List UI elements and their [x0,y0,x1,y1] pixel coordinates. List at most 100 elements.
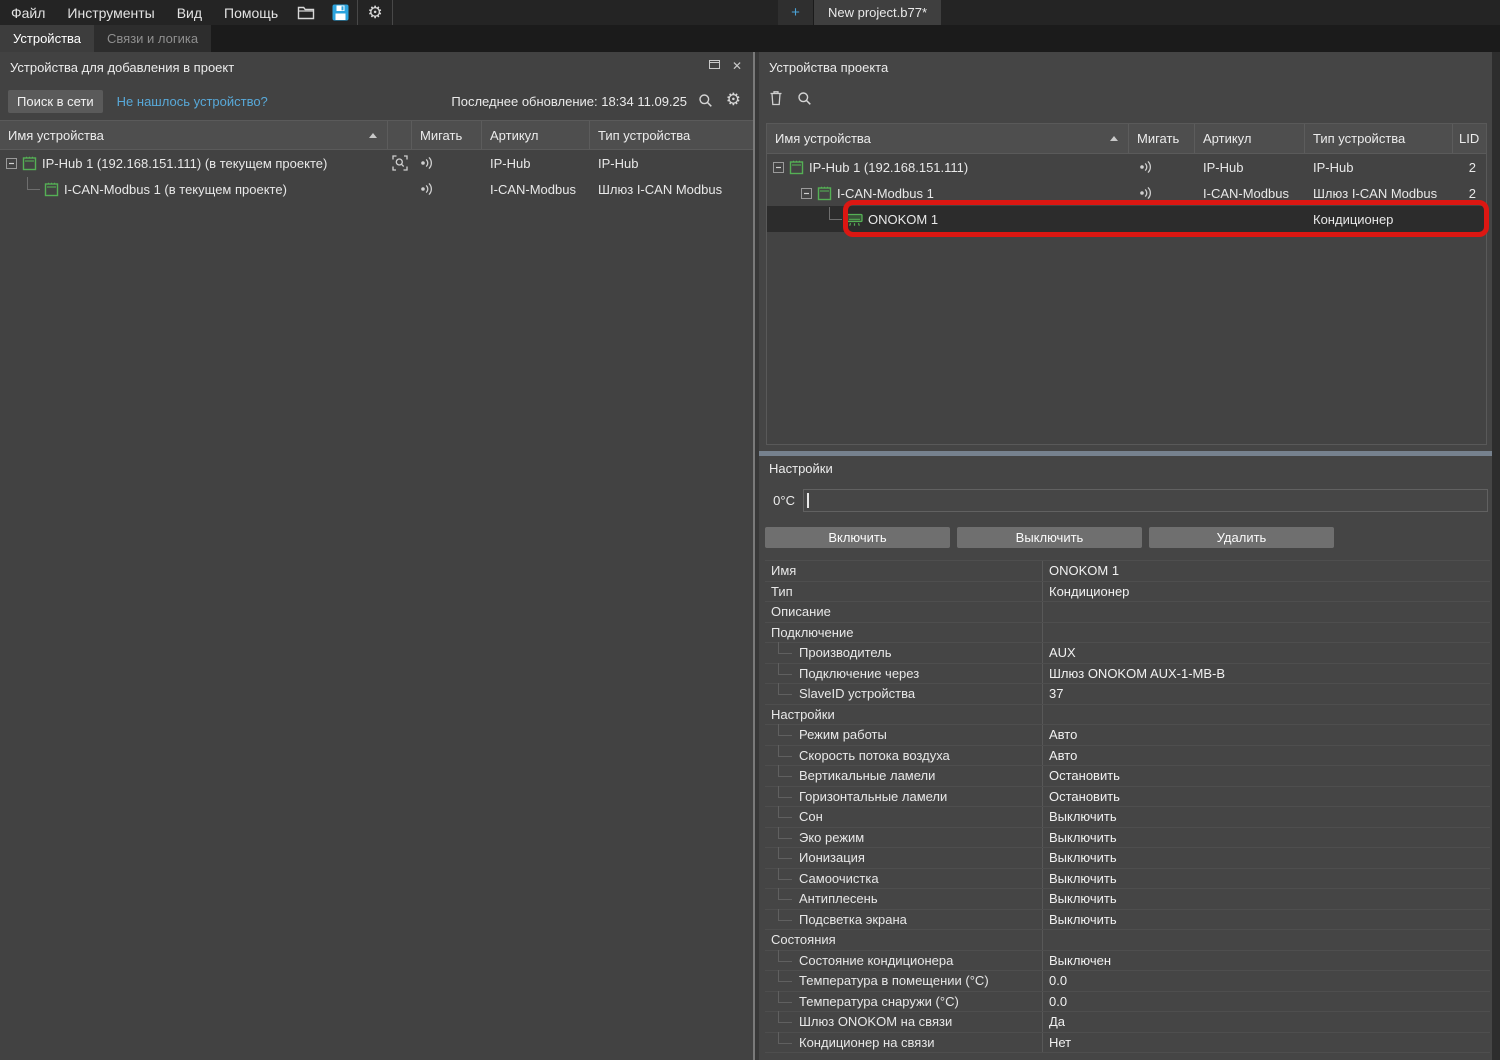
save-icon[interactable] [323,0,357,25]
panel-devices-to-add: Устройства для добавления в проект ✕ Пои… [0,52,753,1060]
project-devices-table: Имя устройства Мигать Артикул Тип устрой… [766,123,1487,445]
property-name: Антиплесень [765,889,1042,909]
table-header: Имя устройства Мигать Артикул Тип устрой… [767,124,1486,154]
property-name: Эко режим [765,828,1042,848]
search-icon[interactable] [797,91,812,106]
property-value[interactable]: 0.0 [1042,992,1490,1012]
column-device-type[interactable]: Тип устройства [1305,124,1453,153]
column-device-name[interactable]: Имя устройства [0,121,388,149]
property-name: Режим работы [765,725,1042,745]
table-row[interactable]: I-CAN-Modbus 1 I-CAN-Modbus Шлюз I-CAN M… [767,180,1486,206]
table-row[interactable]: IP-Hub 1 (192.168.151.111) IP-Hub IP-Hub… [767,154,1486,180]
property-row: Эко режимВыключить [765,828,1490,849]
property-value[interactable]: Выключен [1042,951,1490,971]
tab-devices[interactable]: Устройства [0,25,94,52]
horizontal-splitter[interactable] [759,451,1492,456]
device-not-found-link[interactable]: Не нашлось устройство? [117,94,268,109]
property-row: Режим работыАвто [765,725,1490,746]
column-blink[interactable]: Мигать [412,121,482,149]
property-name: Температура в помещении (°C) [765,971,1042,991]
close-panel-icon[interactable]: ✕ [732,59,742,73]
property-value[interactable]: Выключить [1042,910,1490,930]
blink-icon[interactable] [1139,160,1155,174]
menu-help[interactable]: Помощь [213,0,289,25]
collapse-icon[interactable] [801,188,812,199]
property-value[interactable]: Нет [1042,1033,1490,1053]
property-name: Производитель [765,643,1042,663]
property-value[interactable]: Остановить [1042,766,1490,786]
table-row[interactable]: I-CAN-Modbus 1 (в текущем проекте) I-CAN… [0,176,753,202]
property-name: Подключение через [765,664,1042,684]
menu-tools[interactable]: Инструменты [56,0,165,25]
project-tab[interactable]: New project.b77* [814,0,941,25]
property-value[interactable]: Кондиционер [1042,582,1490,602]
table-row-selected-onokom[interactable]: ONOKOM 1 Кондиционер [767,206,1486,232]
property-row: Состояние кондиционераВыключен [765,951,1490,972]
search-icon[interactable] [698,93,713,108]
turn-off-button[interactable]: Выключить [957,527,1142,548]
collapse-icon[interactable] [6,158,17,169]
property-value[interactable]: Выключить [1042,889,1490,909]
property-value[interactable]: 37 [1042,684,1490,704]
property-value[interactable]: Авто [1042,725,1490,745]
property-value[interactable]: ONOKOM 1 [1042,561,1490,581]
property-row: Горизонтальные ламелиОстановить [765,787,1490,808]
collapse-icon[interactable] [773,162,784,173]
settings-panel-title: Настройки [769,461,833,476]
property-value[interactable]: Шлюз ONOKOM AUX-1-MB-B [1042,664,1490,684]
property-group-row: Состояния [765,930,1490,951]
settings-gear-icon[interactable]: ⚙ [358,0,392,25]
property-name: Скорость потока воздуха [765,746,1042,766]
sort-ascending-icon [1110,136,1118,141]
property-value[interactable] [1042,602,1490,622]
tree-branch-line [27,177,40,190]
column-device-type[interactable]: Тип устройства [590,121,753,149]
panel-project-devices: Устройства проекта Имя устройства Мигать… [759,52,1492,1060]
view-tab-strip: Устройства Связи и логика [0,25,1500,52]
tree-branch-line [829,207,842,220]
blink-icon[interactable] [1139,186,1155,200]
table-row[interactable]: IP-Hub 1 (192.168.151.111) (в текущем пр… [0,150,753,176]
property-value[interactable]: Выключить [1042,807,1490,827]
property-value[interactable]: Выключить [1042,848,1490,868]
air-conditioner-icon [846,212,863,227]
property-name: Горизонтальные ламели [765,787,1042,807]
tab-links-logic[interactable]: Связи и логика [94,25,211,52]
devices-available-table: Имя устройства Мигать Артикул Тип устрой… [0,120,753,202]
column-blink[interactable]: Мигать [1129,124,1195,153]
property-value[interactable]: AUX [1042,643,1490,663]
column-article[interactable]: Артикул [1195,124,1305,153]
open-folder-icon[interactable] [289,0,323,25]
device-module-icon [22,156,37,171]
turn-on-button[interactable]: Включить [765,527,950,548]
delete-device-icon[interactable] [769,90,783,106]
menu-view[interactable]: Вид [166,0,213,25]
property-row: ПроизводительAUX [765,643,1490,664]
property-grid: ИмяONOKOM 1 ТипКондиционер Описание Подк… [765,560,1490,1053]
column-device-name[interactable]: Имя устройства [767,124,1129,153]
property-value[interactable]: Авто [1042,746,1490,766]
new-project-tab-button[interactable]: + [778,0,814,25]
property-row: SlaveID устройства37 [765,684,1490,705]
search-network-button[interactable]: Поиск в сети [8,90,103,113]
column-article[interactable]: Артикул [482,121,590,149]
property-value[interactable]: Выключить [1042,869,1490,889]
property-row: ИонизацияВыключить [765,848,1490,869]
property-value[interactable]: Остановить [1042,787,1490,807]
blink-icon[interactable] [420,182,436,196]
scan-settings-gear-icon[interactable]: ⚙ [726,91,741,108]
delete-button[interactable]: Удалить [1149,527,1334,548]
scan-search-icon[interactable] [392,155,408,171]
property-value[interactable]: Да [1042,1012,1490,1032]
right-panel-title: Устройства проекта [769,60,888,75]
float-panel-icon[interactable] [709,59,720,69]
temperature-input[interactable] [803,489,1488,512]
property-value[interactable]: 0.0 [1042,971,1490,991]
blink-icon[interactable] [420,156,436,170]
column-lid[interactable]: LID [1453,124,1486,153]
property-row: ИмяONOKOM 1 [765,561,1490,582]
property-name: Самоочистка [765,869,1042,889]
menu-file[interactable]: Файл [0,0,56,25]
property-value[interactable]: Выключить [1042,828,1490,848]
column-scan[interactable] [388,121,412,149]
